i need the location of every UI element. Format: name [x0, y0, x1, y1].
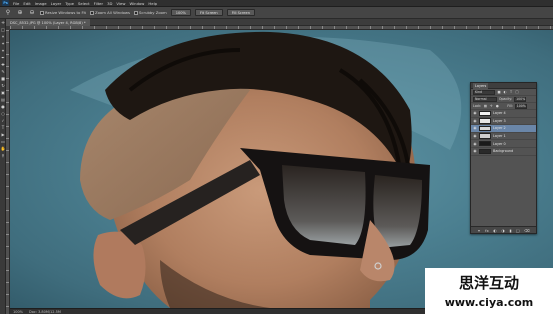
menu-bar: Ps File Edit Image Layer Type Select Fil…	[0, 0, 553, 7]
trash-icon[interactable]: ⌫	[524, 228, 529, 233]
lock-position-icon[interactable]: ✛	[489, 104, 493, 108]
zoom-all-label: Zoom All Windows	[95, 10, 131, 15]
filter-pixel-icon[interactable]: ■	[497, 90, 501, 94]
eye-icon[interactable]: ◉	[473, 126, 477, 130]
document-tab-bar: DSC_8532.JPG @ 100% (Layer 4, RGB/8) *	[6, 19, 553, 26]
layer-thumbnail	[479, 140, 491, 147]
layer-row[interactable]: ◉ Background	[471, 148, 536, 156]
menu-window[interactable]: Window	[129, 1, 144, 6]
layer-thumbnail	[479, 148, 491, 155]
adjustment-icon[interactable]: ◑	[501, 228, 504, 233]
layer-thumbnail	[479, 133, 491, 139]
fit-screen-button[interactable]: Fit Screen	[194, 9, 223, 16]
eye-icon[interactable]: ◉	[473, 111, 477, 115]
scrubby-zoom-label: Scrubby Zoom	[139, 10, 167, 15]
document-tab[interactable]: DSC_8532.JPG @ 100% (Layer 4, RGB/8) *	[6, 19, 90, 26]
checkbox-box	[40, 10, 44, 15]
zoom-level[interactable]: 100%	[13, 310, 23, 314]
layers-filter-row: Kind ■ ◐ T □	[471, 89, 536, 96]
layer-name: Layer 3	[493, 118, 506, 123]
layer-thumbnail	[479, 118, 491, 124]
zoom-all-checkbox[interactable]: Zoom All Windows	[90, 10, 130, 15]
new-layer-icon[interactable]: □	[516, 228, 520, 233]
fill-screen-button[interactable]: Fill Screen	[226, 9, 256, 16]
menu-type[interactable]: Type	[65, 1, 74, 6]
lock-all-icon[interactable]: ●	[495, 104, 499, 108]
scrubby-zoom-checkbox[interactable]: Scrubby Zoom	[134, 10, 167, 15]
checkbox-box	[134, 10, 139, 15]
layer-name: Layer 1	[493, 134, 506, 139]
kind-filter-select[interactable]: Kind	[473, 89, 495, 95]
svg-text:思洋互动: 思洋互动	[459, 274, 519, 292]
zoom-out-icon[interactable]: ⊖	[28, 9, 36, 17]
fx-icon[interactable]: fx	[485, 228, 489, 233]
eye-icon[interactable]: ◉	[473, 119, 477, 123]
tab-layers[interactable]: Layers	[473, 82, 489, 89]
watermark: 思洋互动 www.ciya.com	[425, 268, 553, 314]
lock-label: Lock:	[473, 104, 482, 108]
layer-name: Layer 4	[493, 111, 506, 116]
layer-row[interactable]: ◉ Layer 0	[471, 140, 536, 148]
layer-row[interactable]: ◉ Layer 2	[471, 125, 536, 133]
menu-file[interactable]: File	[13, 1, 19, 6]
opacity-label: Opacity:	[499, 97, 513, 101]
link-icon[interactable]: ⚭	[477, 228, 480, 233]
eye-icon[interactable]: ◉	[473, 149, 477, 153]
resize-windows-checkbox[interactable]: Resize Windows to Fit	[40, 10, 86, 15]
layers-lock-row: Lock: ▦ ✛ ● Fill: 100%	[471, 103, 536, 110]
zoom-in-icon[interactable]: ⊕	[16, 9, 24, 17]
fill-label: Fill:	[507, 104, 513, 108]
layer-name: Layer 0	[493, 141, 506, 146]
menu-layer[interactable]: Layer	[51, 1, 62, 6]
svg-text:www.ciya.com: www.ciya.com	[445, 296, 534, 309]
menu-image[interactable]: Image	[35, 1, 47, 6]
zoom-icon[interactable]: ⚲	[4, 9, 12, 17]
mask-icon[interactable]: ◐	[493, 228, 496, 233]
layer-row[interactable]: ◉ Layer 4	[471, 110, 536, 118]
layer-name: Background	[493, 149, 514, 154]
lock-pixels-icon[interactable]: ▦	[483, 104, 487, 108]
filter-type-icon[interactable]: T	[509, 90, 513, 94]
filter-shape-icon[interactable]: □	[515, 90, 519, 94]
blend-mode-select[interactable]: Normal	[473, 96, 497, 102]
layer-thumbnail	[479, 125, 491, 132]
watermark-logo: 思洋互动 www.ciya.com	[445, 274, 534, 309]
zoom-100-button[interactable]: 100%	[170, 9, 191, 16]
opacity-input[interactable]: 100%	[514, 96, 527, 102]
checkbox-box	[90, 10, 94, 15]
layer-name: Layer 2	[493, 126, 506, 131]
doc-size: Doc: 3.80M/12.5M	[29, 309, 61, 314]
filter-adjust-icon[interactable]: ◐	[503, 90, 507, 94]
menu-select[interactable]: Select	[78, 1, 90, 6]
menu-edit[interactable]: Edit	[23, 1, 30, 6]
eye-icon[interactable]: ◉	[473, 134, 477, 138]
layers-panel-footer: ⚭ fx ◐ ◑ ▮ □ ⌫	[471, 226, 536, 233]
resize-windows-label: Resize Windows to Fit	[45, 10, 86, 15]
folder-icon[interactable]: ▮	[509, 228, 511, 233]
options-bar: ⚲ ⊕ ⊖ Resize Windows to Fit Zoom All Win…	[0, 7, 553, 19]
menu-view[interactable]: View	[116, 1, 125, 6]
fill-input[interactable]: 100%	[514, 103, 527, 109]
menu-filter[interactable]: Filter	[94, 1, 103, 6]
layers-panel: Layers Kind ■ ◐ T □ Normal Opacity: 100%…	[470, 82, 537, 234]
layer-row[interactable]: ◉ Layer 3	[471, 118, 536, 126]
layer-row[interactable]: ◉ Layer 1	[471, 133, 536, 141]
layers-blend-row: Normal Opacity: 100%	[471, 96, 536, 103]
menu-3d[interactable]: 3D	[107, 1, 112, 6]
layer-thumbnail	[479, 110, 491, 117]
app-logo: Ps	[2, 0, 9, 6]
menu-help[interactable]: Help	[148, 1, 157, 6]
eye-icon[interactable]: ◉	[473, 142, 477, 146]
